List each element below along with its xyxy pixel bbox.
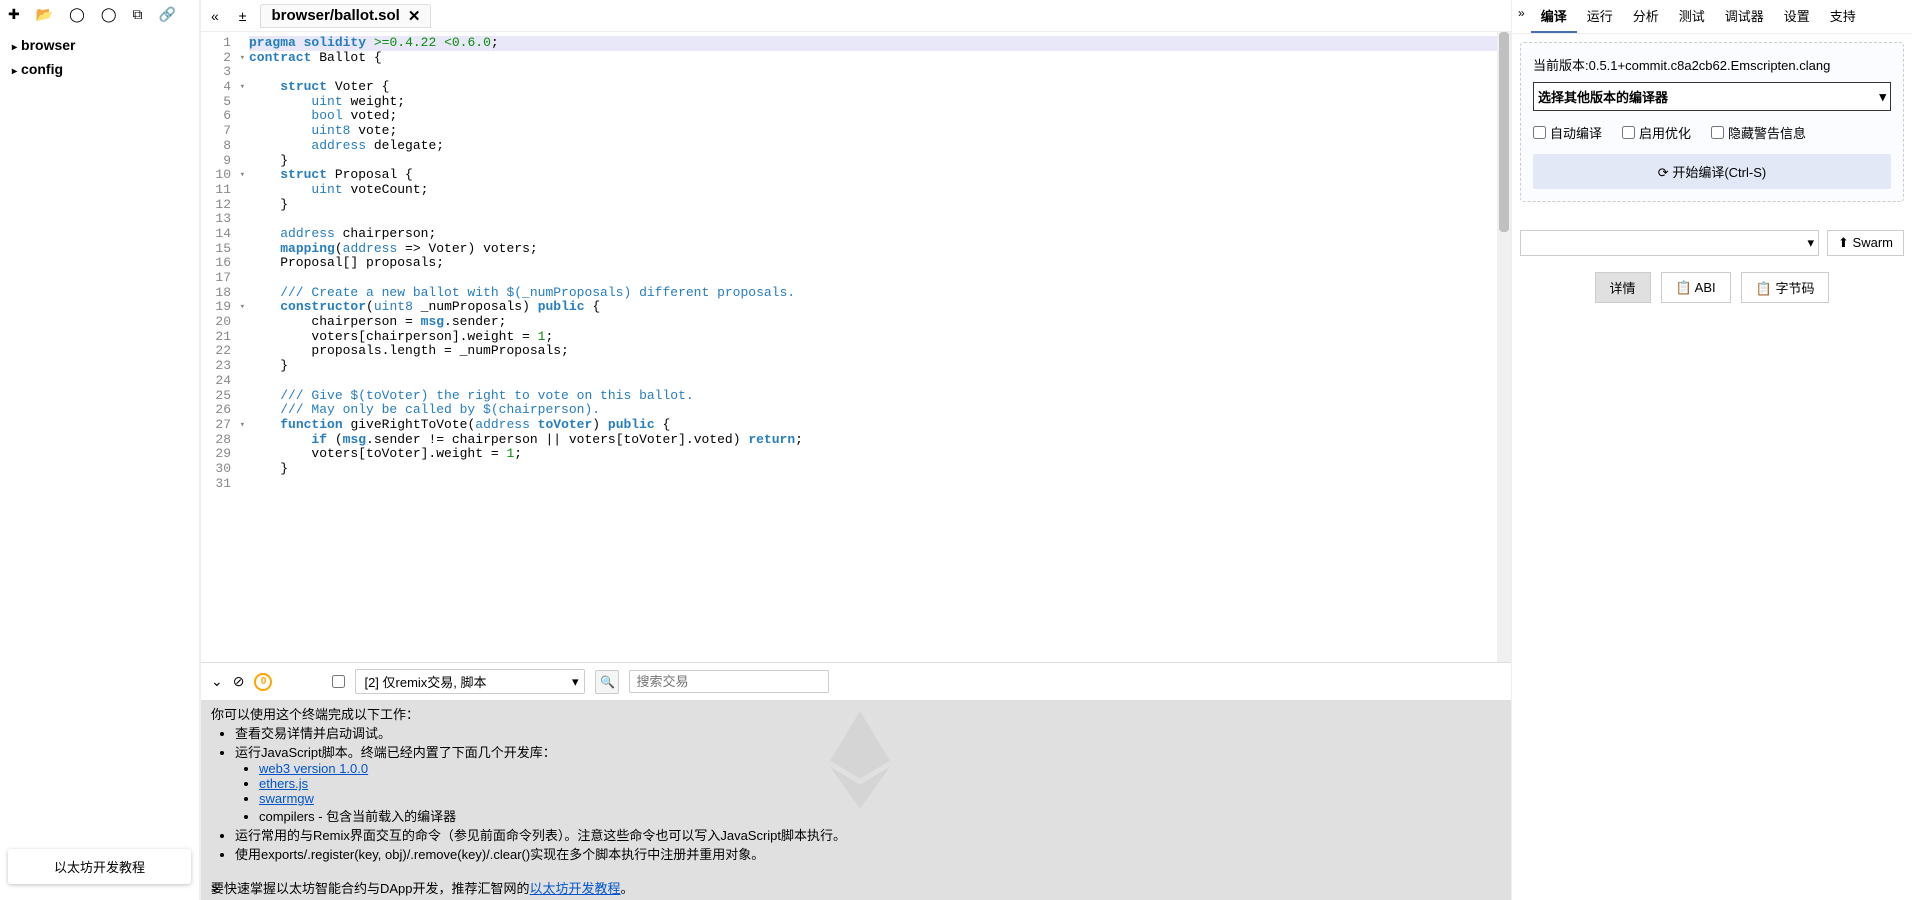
- auto-compile-option[interactable]: 自动编译: [1533, 123, 1602, 142]
- compiler-version-text: 当前版本:0.5.1+commit.c8a2cb62.Emscripten.cl…: [1533, 55, 1891, 74]
- collapse-right-icon[interactable]: »: [1512, 0, 1531, 33]
- editor-area: « ± browser/ballot.sol ✕ 123456789101112…: [200, 0, 1512, 900]
- caret-down-icon: ▾: [1879, 89, 1886, 105]
- open-folder-icon[interactable]: 📂: [36, 6, 53, 23]
- caret-down-icon: ▾: [572, 674, 579, 690]
- caret-down-icon: ▾: [1808, 235, 1815, 251]
- add-file-icon[interactable]: ±: [229, 8, 257, 24]
- terminal-controls: ⌄ ⊘ 0 [2] 仅remix交易, 脚本 ▾ 🔍: [201, 662, 1511, 700]
- line-gutter: 1234567891011121314151617181920212223242…: [201, 32, 249, 662]
- upload-icon: ⬆: [1838, 235, 1853, 250]
- lib-link-web3[interactable]: web3 version 1.0.0: [259, 761, 368, 776]
- compiler-version-select[interactable]: 选择其他版本的编译器 ▾: [1533, 82, 1891, 111]
- compiler-options: 自动编译 启用优化 隐藏警告信息: [1533, 123, 1891, 142]
- compile-button[interactable]: ⟳ 开始编译(Ctrl-S): [1533, 154, 1891, 189]
- abi-button[interactable]: 📋 ABI: [1661, 272, 1731, 303]
- tx-filter-label: [2] 仅remix交易, 脚本: [364, 672, 486, 691]
- editor-tabbar: « ± browser/ballot.sol ✕: [201, 0, 1511, 32]
- right-tabs: » 编译 运行 分析 测试 调试器 设置 支持: [1512, 0, 1912, 34]
- hide-warnings-checkbox[interactable]: [1711, 126, 1724, 139]
- file-panel: ✚ 📂 ◯ ◯ ⧉ 🔗 browser config 以太坊开发教程: [0, 0, 200, 900]
- optimize-option[interactable]: 启用优化: [1622, 123, 1691, 142]
- github-gist-icon[interactable]: ◯: [101, 6, 117, 23]
- file-toolbar: ✚ 📂 ◯ ◯ ⧉ 🔗: [0, 0, 199, 29]
- details-button[interactable]: 详情: [1595, 272, 1651, 303]
- tx-search-input[interactable]: [629, 670, 829, 693]
- terminal-bullet: 运行常用的与Remix界面交互的命令（参见前面命令列表）。注意这些命令也可以写入…: [235, 825, 1501, 844]
- tx-filter-select[interactable]: [2] 仅remix交易, 脚本 ▾: [355, 669, 585, 694]
- compiler-box: 当前版本:0.5.1+commit.c8a2cb62.Emscripten.cl…: [1520, 42, 1904, 202]
- clear-terminal-icon[interactable]: ⊘: [233, 673, 245, 690]
- ethereum-logo-icon: [830, 710, 890, 810]
- tab-run[interactable]: 运行: [1577, 0, 1623, 33]
- toggle-terminal-icon[interactable]: ⌄: [211, 673, 223, 690]
- tree-item-browser[interactable]: browser: [4, 33, 195, 57]
- code-editor[interactable]: 1234567891011121314151617181920212223242…: [201, 32, 1511, 662]
- copy-icon[interactable]: ⧉: [133, 6, 143, 23]
- tab-support[interactable]: 支持: [1820, 0, 1866, 33]
- listen-network-checkbox[interactable]: [332, 675, 345, 688]
- contract-select[interactable]: ▾: [1520, 230, 1819, 256]
- terminal-footer: 要快速掌握以太坊智能合约与DApp开发，推荐汇智网的以太坊开发教程。: [211, 878, 1501, 897]
- editor-tab[interactable]: browser/ballot.sol ✕: [260, 4, 431, 28]
- tab-analysis[interactable]: 分析: [1623, 0, 1669, 33]
- search-icon: 🔍: [600, 675, 615, 689]
- tutorial-link[interactable]: 以太坊开发教程: [8, 849, 191, 884]
- search-button[interactable]: 🔍: [595, 670, 619, 694]
- pending-count[interactable]: 0: [254, 673, 272, 691]
- auto-compile-checkbox[interactable]: [1533, 126, 1546, 139]
- tab-compile[interactable]: 编译: [1531, 0, 1577, 33]
- publish-row: ▾ ⬆ Swarm: [1520, 230, 1904, 256]
- compiler-select-label: 选择其他版本的编译器: [1538, 87, 1668, 106]
- swarm-button[interactable]: ⬆ Swarm: [1827, 230, 1904, 256]
- contract-actions: 详情 📋 ABI 📋 字节码: [1520, 272, 1904, 303]
- tab-settings[interactable]: 设置: [1774, 0, 1820, 33]
- clipboard-icon: 📋: [1676, 280, 1695, 295]
- close-tab-icon[interactable]: ✕: [408, 7, 421, 25]
- create-file-icon[interactable]: ✚: [8, 6, 20, 23]
- scrollbar-thumb[interactable]: [1499, 32, 1509, 232]
- editor-scrollbar[interactable]: [1497, 32, 1511, 662]
- terminal-output[interactable]: 你可以使用这个终端完成以下工作： 查看交易详情并启动调试。 运行JavaScri…: [201, 700, 1511, 900]
- tree-item-config[interactable]: config: [4, 57, 195, 81]
- tab-title: browser/ballot.sol: [271, 7, 399, 24]
- clipboard-icon: 📋: [1756, 281, 1776, 296]
- right-panel: » 编译 运行 分析 测试 调试器 设置 支持 当前版本:0.5.1+commi…: [1512, 0, 1912, 900]
- code-content[interactable]: pragma solidity >=0.4.22 <0.6.0;contract…: [249, 32, 1511, 662]
- optimize-checkbox[interactable]: [1622, 126, 1635, 139]
- tab-debugger[interactable]: 调试器: [1715, 0, 1774, 33]
- tutorial-link-inline[interactable]: 以太坊开发教程: [530, 881, 621, 896]
- app-root: ✚ 📂 ◯ ◯ ⧉ 🔗 browser config 以太坊开发教程 « ± b…: [0, 0, 1912, 900]
- lib-link-swarmgw[interactable]: swarmgw: [259, 791, 314, 806]
- bytecode-button[interactable]: 📋 字节码: [1741, 272, 1830, 303]
- hide-warnings-option[interactable]: 隐藏警告信息: [1711, 123, 1806, 142]
- tab-testing[interactable]: 测试: [1669, 0, 1715, 33]
- github-icon[interactable]: ◯: [69, 6, 85, 23]
- terminal-bullet: 使用exports/.register(key, obj)/.remove(ke…: [235, 844, 1501, 863]
- terminal-prompt[interactable]: >: [211, 881, 219, 896]
- refresh-icon: ⟳: [1658, 165, 1673, 180]
- lib-link-ethers[interactable]: ethers.js: [259, 776, 308, 791]
- file-tree: browser config: [0, 29, 199, 849]
- collapse-left-icon[interactable]: «: [201, 8, 229, 24]
- link-icon[interactable]: 🔗: [159, 6, 176, 23]
